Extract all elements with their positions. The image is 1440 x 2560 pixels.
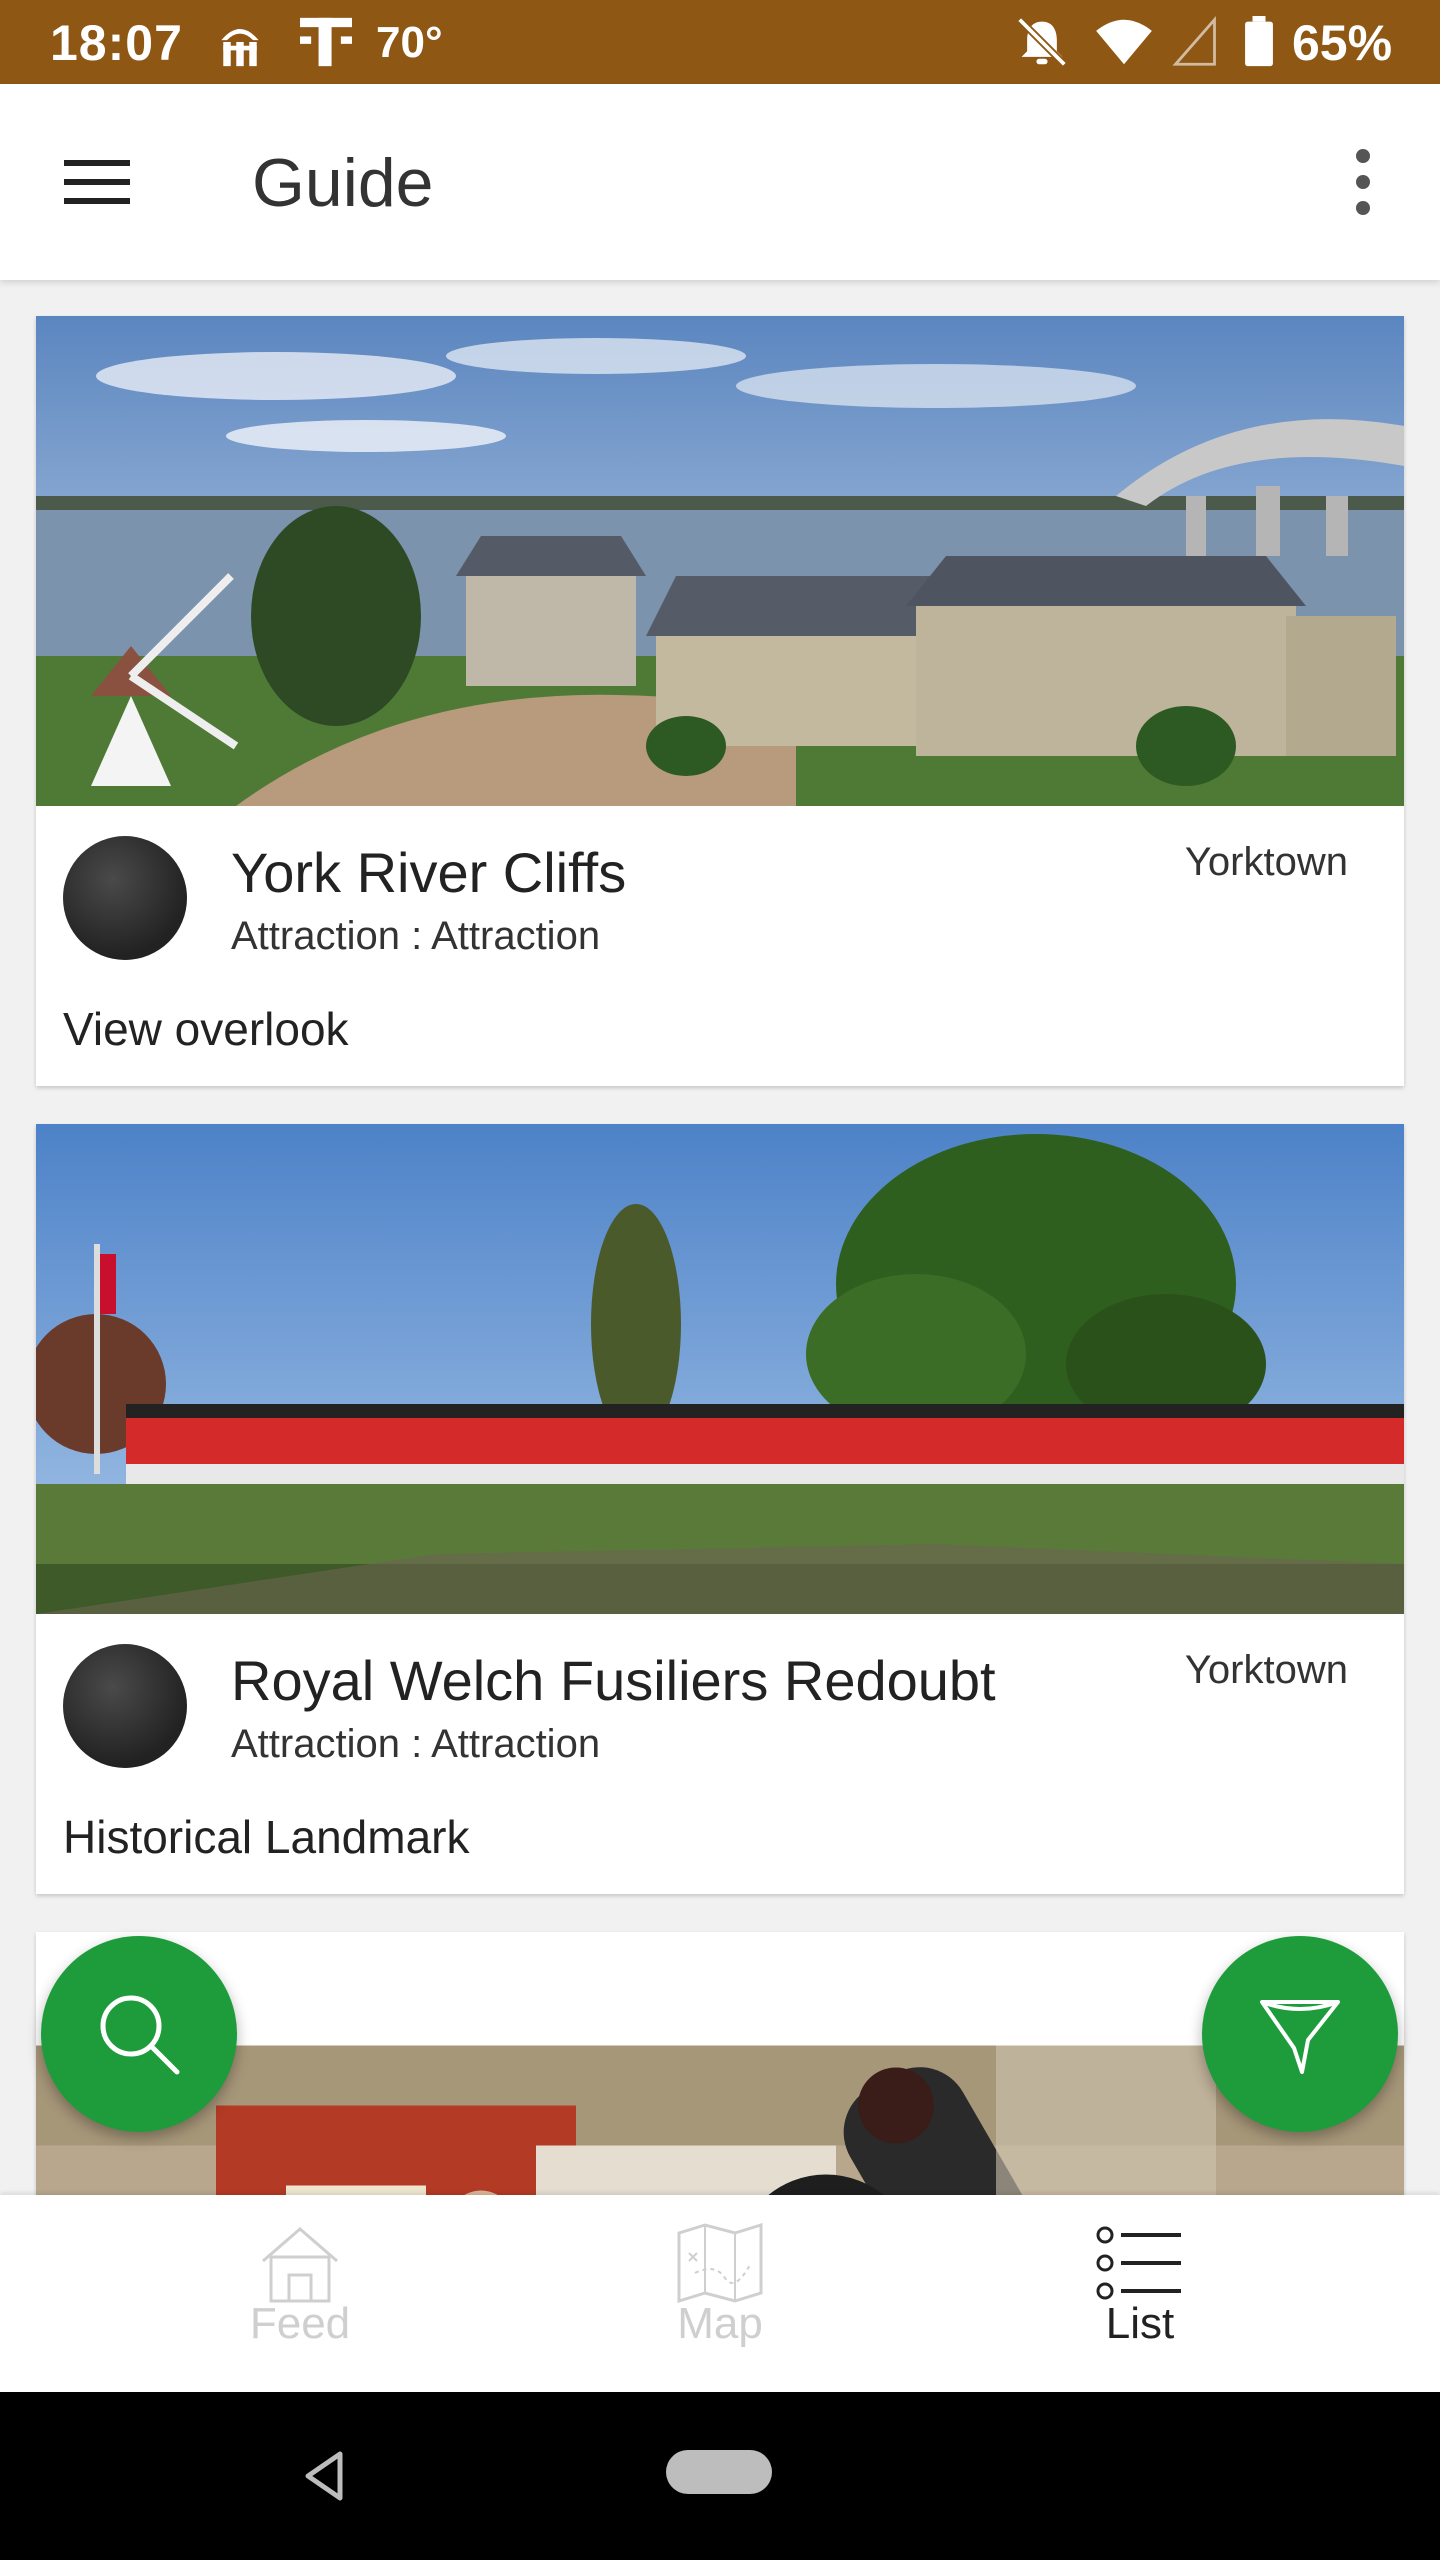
overflow-menu-button[interactable] bbox=[1320, 134, 1406, 230]
avatar bbox=[63, 1644, 187, 1768]
card-description: Historical Landmark bbox=[63, 1811, 470, 1863]
more-vert-icon bbox=[1356, 149, 1370, 215]
nav-feed-label: Feed bbox=[249, 2299, 351, 2348]
card-title: Royal Welch Fusiliers Redoubt bbox=[231, 1649, 996, 1712]
list-icon bbox=[1096, 2226, 1181, 2300]
nav-map-label: Map bbox=[677, 2299, 763, 2348]
menu-button[interactable] bbox=[50, 134, 146, 230]
card-location: Yorktown bbox=[1184, 840, 1348, 884]
status-bar: 18:07 70° 65% bbox=[0, 0, 1440, 84]
filter-button[interactable] bbox=[1202, 1936, 1398, 2132]
card-category: Attraction : Attraction bbox=[231, 914, 601, 958]
bottom-navigation: Feed Map List bbox=[0, 2195, 1440, 2392]
battery-icon bbox=[1245, 16, 1273, 67]
avatar bbox=[63, 836, 187, 960]
card-category: Attraction : Attraction bbox=[231, 1722, 601, 1766]
t-mobile-icon bbox=[300, 17, 352, 67]
notifications-off-icon bbox=[1017, 17, 1067, 67]
redcoat-soldiers-photo bbox=[36, 1124, 1404, 1614]
card-location: Yorktown bbox=[1184, 1648, 1348, 1692]
nav-map[interactable]: Map bbox=[480, 2195, 960, 2392]
card-description: View overlook bbox=[63, 1003, 349, 1055]
list-item[interactable]: York River Cliffs Attraction : Attractio… bbox=[36, 316, 1404, 1086]
search-button[interactable] bbox=[41, 1936, 237, 2132]
map-icon bbox=[677, 2223, 763, 2303]
app-bar: Guide bbox=[0, 84, 1440, 280]
system-navigation-bar bbox=[0, 2392, 1440, 2560]
status-time: 18:07 bbox=[50, 15, 183, 71]
wifi-icon bbox=[1096, 19, 1152, 65]
fork-knife-icon bbox=[221, 29, 259, 67]
signal-icon bbox=[1172, 16, 1216, 66]
back-icon[interactable] bbox=[294, 2446, 354, 2506]
status-temperature: 70° bbox=[376, 18, 443, 67]
page-title: Guide bbox=[252, 145, 434, 221]
home-icon bbox=[262, 2227, 338, 2303]
york-river-waterfront-photo bbox=[36, 316, 1404, 806]
list-item[interactable] bbox=[36, 1932, 1404, 2195]
card-title: York River Cliffs bbox=[231, 841, 627, 904]
nav-list-label: List bbox=[1105, 2299, 1175, 2348]
filter-icon bbox=[1260, 2000, 1340, 2074]
museum-cannon-photo bbox=[36, 2045, 1404, 2195]
status-battery-percent: 65% bbox=[1292, 15, 1393, 71]
nav-feed[interactable]: Feed bbox=[60, 2195, 540, 2392]
hamburger-menu-icon bbox=[64, 160, 130, 204]
search-icon bbox=[100, 1995, 180, 2075]
nav-list[interactable]: List bbox=[900, 2195, 1380, 2392]
list-item[interactable]: Royal Welch Fusiliers Redoubt Attraction… bbox=[36, 1124, 1404, 1894]
home-button[interactable] bbox=[666, 2450, 772, 2494]
